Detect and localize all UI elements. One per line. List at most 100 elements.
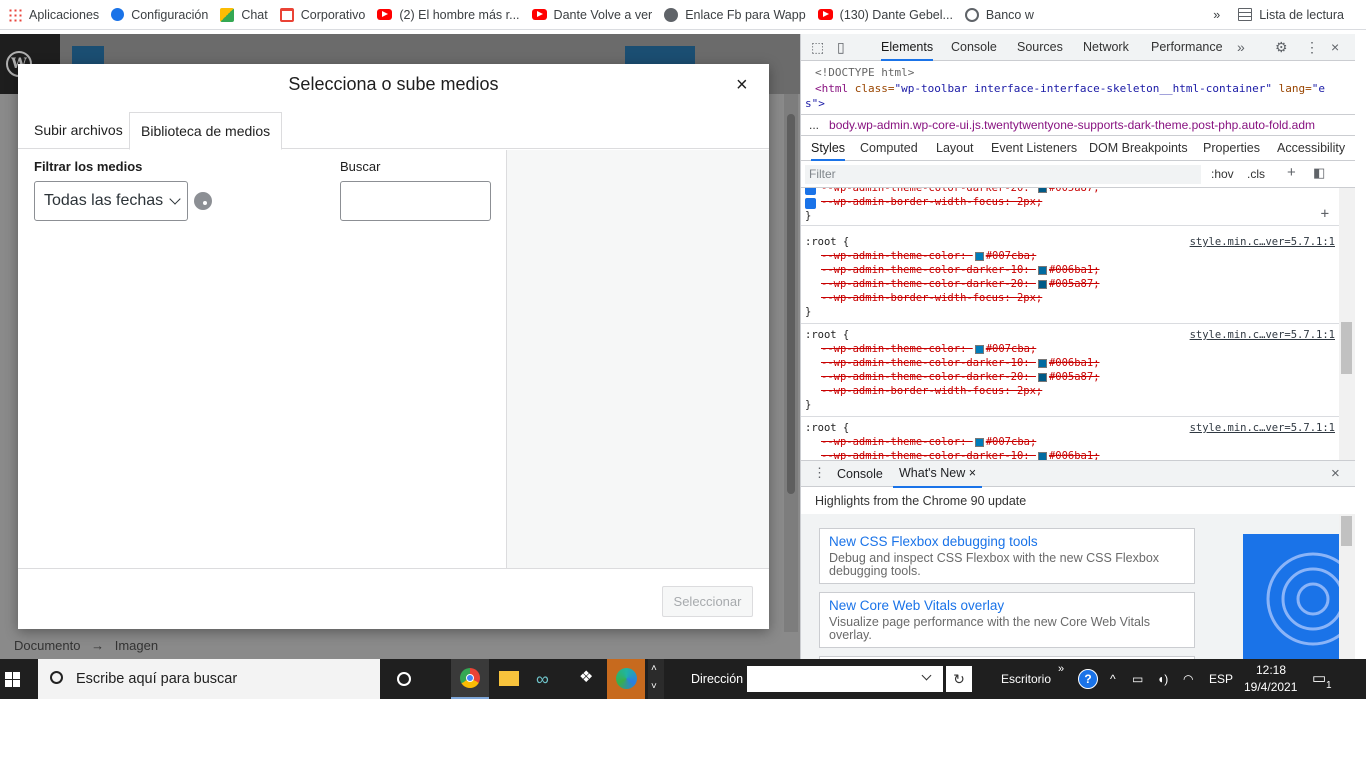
show-hidden-icons-icon[interactable]: ^ [1110,659,1116,699]
close-drawer-icon[interactable]: × [1331,465,1340,482]
volume-icon[interactable]: ◖) [1157,659,1168,699]
bookmark-item[interactable]: Chat [216,0,275,29]
date-filter-select[interactable]: Todas las fechas [34,181,188,221]
clock-date[interactable]: 19/4/2021 [1244,667,1297,707]
devtools-tab-elements[interactable]: Elements [881,34,934,61]
kebab-menu-icon[interactable]: ⋮ [1305,34,1319,61]
bookmarks-more-icon[interactable]: » [1209,0,1228,29]
css-declaration[interactable]: --wp-admin-theme-color: #007cba; [821,436,1036,448]
desktop-toolbar-label[interactable]: Escritorio [1001,659,1051,699]
wp-scrollbar[interactable] [784,94,798,634]
arduino-icon[interactable]: ∞ [528,659,566,699]
styles-scrollbar-thumb[interactable] [1341,322,1352,374]
dom-breadcrumb[interactable]: ... body.wp-admin.wp-core-ui.js.twentytwe… [801,114,1355,136]
tab-upload-files[interactable]: Subir archivos [23,112,134,149]
devtools-tab-network[interactable]: Network [1083,34,1129,61]
more-tabs-icon[interactable]: » [1237,34,1245,61]
inspect-element-icon[interactable]: ⬚ [811,34,824,61]
dom-html-node[interactable]: <html class="wp-toolbar interface-interf… [815,82,1325,95]
feature-card-title[interactable]: New CSS Flexbox debugging tools [829,534,1185,549]
breadcrumb-document[interactable]: Documento [14,638,80,653]
css-declaration[interactable]: --wp-admin-theme-color-darker-10: #006ba… [821,450,1100,460]
css-source-link[interactable]: style.min.c…ver=5.7.1:1 [1190,329,1335,341]
drawer-tab-console[interactable]: Console [837,467,883,481]
drawer-scrollbar-thumb[interactable] [1341,516,1352,546]
hov-toggle[interactable]: :hov [1211,167,1234,181]
search-input[interactable] [340,181,491,221]
taskbar-scroll-icon[interactable]: ˄ ˅ [648,659,664,699]
help-icon[interactable]: ? [1078,669,1098,689]
breadcrumb-ellipsis[interactable]: ... [809,118,819,132]
cortana-icon[interactable] [385,659,423,699]
css-declaration[interactable]: --wp-admin-theme-color-darker-20: #005a8… [821,188,1100,194]
css-declaration[interactable]: --wp-admin-theme-color: #007cba; [821,343,1036,355]
subtab-dom-breakpoints[interactable]: DOM Breakpoints [1089,136,1188,161]
color-swatch-icon[interactable] [974,344,984,354]
css-selector[interactable]: :root { [805,422,849,434]
devtools-tab-console[interactable]: Console [951,34,997,61]
css-declaration[interactable]: --wp-admin-border-width-focus: 2px; [821,196,1042,208]
bookmark-item[interactable]: Aplicaciones [4,0,107,29]
settings-gear-icon[interactable]: ⚙ [1275,34,1288,61]
feature-card[interactable]: New Core Web Vitals overlay Visualize pa… [819,592,1195,648]
subtab-accessibility[interactable]: Accessibility [1277,136,1345,161]
bookmark-item[interactable]: (130) Dante Gebel... [814,0,961,29]
drawer-tab-whats-new[interactable]: What's New × [893,461,983,488]
taskbar-search-input[interactable]: Escribe aquí para buscar [38,659,380,699]
close-tab-icon[interactable]: × [969,466,976,480]
refresh-icon[interactable]: ↻ [946,666,972,692]
breadcrumb-body[interactable]: body.wp-admin.wp-core-ui.js.twentytwenty… [829,118,1315,132]
file-explorer-icon[interactable] [490,659,528,699]
subtab-styles[interactable]: Styles [811,136,846,161]
breadcrumb-image[interactable]: Imagen [115,638,158,653]
bookmark-item[interactable]: Enlace Fb para Wapp [660,0,813,29]
toggle-sidebar-icon[interactable]: ◧ [1313,165,1325,181]
bookmark-item[interactable]: Dante Volve a ver [528,0,661,29]
dropbox-icon[interactable]: ❖ [568,659,606,699]
bookmark-item[interactable]: Corporativo [276,0,374,29]
language-indicator[interactable]: ESP [1209,659,1233,699]
css-declaration[interactable]: --wp-admin-border-width-focus: 2px; [821,292,1042,304]
new-style-rule-icon[interactable]: + [1287,164,1296,181]
chrome-app-icon[interactable] [451,659,489,699]
color-swatch-icon[interactable] [1037,358,1047,368]
css-selector[interactable]: :root { [805,236,849,248]
css-declaration[interactable]: --wp-admin-theme-color-darker-20: #005a8… [821,371,1100,383]
css-declaration[interactable]: --wp-admin-theme-color-darker-20: #005a8… [821,278,1100,290]
tab-media-library[interactable]: Biblioteca de medios [129,112,283,150]
feature-card[interactable]: New CSS Flexbox debugging tools Debug an… [819,528,1195,584]
wifi-icon[interactable]: ◠ [1183,659,1193,699]
css-source-link[interactable]: style.min.c…ver=5.7.1:1 [1190,236,1335,248]
battery-icon[interactable]: ▭ [1132,659,1143,699]
chevron-down-icon[interactable] [921,670,932,681]
devtools-tab-performance[interactable]: Performance [1151,34,1223,61]
css-declaration[interactable]: --wp-admin-theme-color-darker-10: #006ba… [821,264,1100,276]
color-swatch-icon[interactable] [974,437,984,447]
color-swatch-icon[interactable] [974,251,984,261]
close-icon[interactable]: × [736,75,748,95]
select-button[interactable]: Seleccionar [662,586,753,617]
subtab-event-listeners[interactable]: Event Listeners [991,136,1077,161]
color-swatch-icon[interactable] [1037,188,1047,193]
cls-toggle[interactable]: .cls [1247,167,1265,181]
color-swatch-icon[interactable] [1037,372,1047,382]
drawer-scrollbar[interactable] [1339,514,1355,659]
css-declaration[interactable]: --wp-admin-border-width-focus: 2px; [821,385,1042,397]
checkbox-icon[interactable] [805,198,816,209]
subtab-layout[interactable]: Layout [936,136,974,161]
subtab-computed[interactable]: Computed [860,136,918,161]
drawer-menu-icon[interactable]: ⋮ [813,465,826,481]
bookmark-item[interactable]: Configuración [107,0,216,29]
bookmark-item[interactable]: Banco w [961,0,1042,29]
feature-card-title[interactable]: New Core Web Vitals overlay [829,598,1185,613]
devtools-tab-sources[interactable]: Sources [1017,34,1063,61]
address-toolbar-input[interactable] [747,666,943,692]
bookmark-item[interactable]: (2) El hombre más r... [373,0,527,29]
checkbox-icon[interactable] [805,188,816,195]
color-swatch-icon[interactable] [1037,265,1047,275]
css-source-link[interactable]: style.min.c…ver=5.7.1:1 [1190,422,1335,434]
color-swatch-icon[interactable] [1037,279,1047,289]
styles-filter-input[interactable]: Filter [805,165,1201,184]
css-selector[interactable]: :root { [805,329,849,341]
dom-doctype[interactable]: <!DOCTYPE html> [815,66,914,79]
